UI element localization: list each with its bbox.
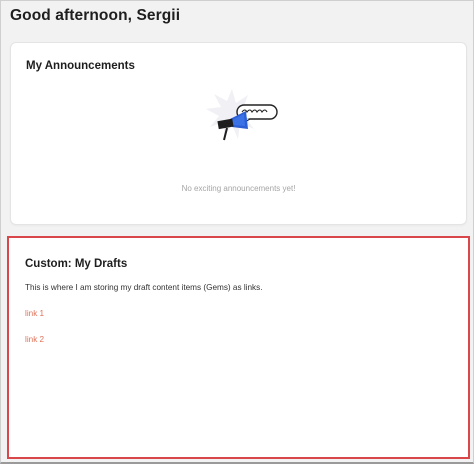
drafts-widget: Custom: My Drafts This is where I am sto… bbox=[7, 236, 470, 459]
drafts-description: This is where I am storing my draft cont… bbox=[25, 283, 263, 292]
draft-link-2[interactable]: link 2 bbox=[25, 335, 44, 344]
home-page: Good afternoon, Sergii My Announcements … bbox=[0, 0, 474, 464]
page-greeting: Good afternoon, Sergii bbox=[10, 7, 181, 24]
draft-link-1[interactable]: link 1 bbox=[25, 309, 44, 318]
megaphone-icon bbox=[206, 89, 278, 141]
drafts-title: Custom: My Drafts bbox=[25, 258, 128, 270]
announcements-widget: My Announcements No exciting announcemen… bbox=[10, 42, 467, 225]
empty-announcements-text: No exciting announcements yet! bbox=[181, 184, 296, 193]
announcements-title: My Announcements bbox=[26, 60, 135, 72]
